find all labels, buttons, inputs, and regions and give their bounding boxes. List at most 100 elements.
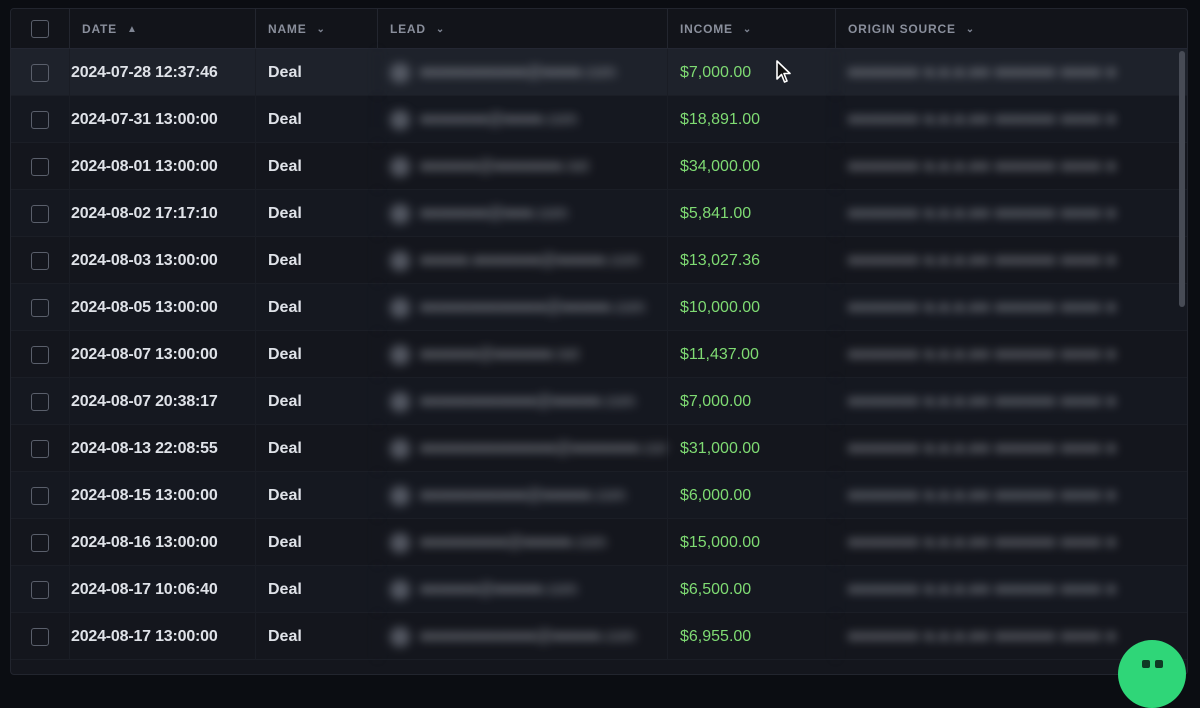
lead-avatar — [390, 344, 410, 365]
row-checkbox[interactable] — [31, 580, 49, 599]
lead-avatar — [390, 485, 410, 506]
lead-email[interactable]: ●●●●●●●●●●●@●●●●●.com — [420, 487, 626, 505]
table-row[interactable]: 2024-08-05 13:00:00 Deal ●●●●●●●●●●●●●@●… — [11, 284, 1187, 331]
table-row[interactable]: 2024-08-01 13:00:00 Deal ●●●●●●@●●●●●●●.… — [11, 143, 1187, 190]
cell-date: 2024-07-28 12:37:46 — [69, 49, 255, 96]
row-select-cell — [11, 425, 69, 472]
row-checkbox[interactable] — [31, 486, 49, 505]
column-header-lead[interactable]: LEAD ⌄ — [377, 9, 667, 49]
lead-email[interactable]: ●●●●●●●●●@●●●●●.com — [420, 534, 606, 552]
column-header-origin-source[interactable]: ORIGIN SOURCE ⌄ — [835, 9, 1187, 49]
cell-date: 2024-08-05 13:00:00 — [69, 284, 255, 331]
cell-date: 2024-08-02 17:17:10 — [69, 190, 255, 237]
table-row[interactable]: 2024-07-31 13:00:00 Deal ●●●●●●●@●●●●.co… — [11, 96, 1187, 143]
row-select-cell — [11, 190, 69, 237]
cell-origin-source: ●●●●●●● ●.●.●.●● ●●●●●● ●●●● ● — [835, 566, 1187, 613]
cell-lead[interactable]: ●●●●●●●●●@●●●●●.com — [377, 519, 667, 566]
cell-date: 2024-08-17 10:06:40 — [69, 566, 255, 613]
lead-avatar — [390, 391, 410, 412]
cell-income: $6,955.00 — [667, 613, 835, 660]
table-row[interactable]: 2024-08-17 10:06:40 Deal ●●●●●●@●●●●●.co… — [11, 566, 1187, 613]
cell-date: 2024-08-01 13:00:00 — [69, 143, 255, 190]
cell-origin-source: ●●●●●●● ●.●.●.●● ●●●●●● ●●●● ● — [835, 519, 1187, 566]
table-row[interactable]: 2024-08-15 13:00:00 Deal ●●●●●●●●●●●@●●●… — [11, 472, 1187, 519]
row-checkbox[interactable] — [31, 157, 49, 176]
lead-email[interactable]: ●●●●●●●●●●●●@●●●●●.com — [420, 393, 635, 411]
cell-lead[interactable]: ●●●●●●@●●●●●●●.net — [377, 143, 667, 190]
cell-lead[interactable]: ●●●●●.●●●●●●●@●●●●●.com — [377, 237, 667, 284]
chevron-down-icon[interactable]: ⌄ — [743, 24, 752, 35]
lead-email[interactable]: ●●●●●●@●●●●●●●.net — [420, 158, 589, 176]
row-checkbox[interactable] — [31, 298, 49, 317]
row-checkbox[interactable] — [31, 345, 49, 364]
origin-source-text: ●●●●●●● ●.●.●.●● ●●●●●● ●●●● ● — [848, 392, 1117, 410]
column-header-income[interactable]: INCOME ⌄ — [667, 9, 835, 49]
row-checkbox[interactable] — [31, 63, 49, 82]
cell-lead[interactable]: ●●●●●●●●●●●●@●●●●●.com — [377, 378, 667, 425]
cell-lead[interactable]: ●●●●●●●●●●●●@●●●●●.com — [377, 613, 667, 660]
cell-income: $7,000.00 — [667, 49, 835, 96]
cell-lead[interactable]: ●●●●●●●●●●●@●●●●●.com — [377, 472, 667, 519]
cell-lead[interactable]: ●●●●●●@●●●●●●.net — [377, 331, 667, 378]
chat-launcher-button[interactable] — [1118, 640, 1186, 708]
row-checkbox[interactable] — [31, 533, 49, 552]
row-checkbox[interactable] — [31, 251, 49, 270]
column-header-date[interactable]: DATE ▲ — [69, 9, 255, 49]
column-header-label: INCOME — [680, 22, 733, 36]
row-checkbox[interactable] — [31, 439, 49, 458]
origin-source-text: ●●●●●●● ●.●.●.●● ●●●●●● ●●●● ● — [848, 157, 1117, 175]
cell-income: $34,000.00 — [667, 143, 835, 190]
row-checkbox[interactable] — [31, 204, 49, 223]
lead-avatar — [390, 250, 410, 271]
table-row[interactable]: 2024-08-16 13:00:00 Deal ●●●●●●●●●@●●●●●… — [11, 519, 1187, 566]
table-row[interactable]: 2024-07-28 12:37:46 Deal ●●●●●●●●●●●@●●●… — [11, 49, 1187, 96]
table-row[interactable]: 2024-08-13 22:08:55 Deal ●●●●●●●●●●●●●●@… — [11, 425, 1187, 472]
lead-email[interactable]: ●●●●●●●●●●●●@●●●●●.com — [420, 628, 635, 646]
cell-income: $10,000.00 — [667, 284, 835, 331]
cell-name: Deal — [255, 284, 377, 331]
lead-email[interactable]: ●●●●●●@●●●●●●.net — [420, 346, 579, 364]
vertical-scrollbar[interactable] — [1179, 51, 1185, 307]
lead-email[interactable]: ●●●●●●●@●●●●.com — [420, 111, 577, 129]
table-row[interactable]: 2024-08-03 13:00:00 Deal ●●●●●.●●●●●●●@●… — [11, 237, 1187, 284]
cell-lead[interactable]: ●●●●●●●@●●●●.com — [377, 96, 667, 143]
row-select-cell — [11, 143, 69, 190]
row-select-cell — [11, 237, 69, 284]
cell-lead[interactable]: ●●●●●●●●●●●@●●●●.com — [377, 49, 667, 96]
row-checkbox[interactable] — [31, 392, 49, 411]
lead-avatar — [390, 109, 410, 130]
cell-name: Deal — [255, 96, 377, 143]
row-select-cell — [11, 284, 69, 331]
table-row[interactable]: 2024-08-17 13:00:00 Deal ●●●●●●●●●●●●@●●… — [11, 613, 1187, 660]
cell-name: Deal — [255, 519, 377, 566]
cell-lead[interactable]: ●●●●●●●●●●●●●@●●●●●.com — [377, 284, 667, 331]
lead-email[interactable]: ●●●●●●●●●●●@●●●●.com — [420, 64, 616, 82]
lead-email[interactable]: ●●●●●●●●●●●●●@●●●●●.com — [420, 299, 645, 317]
row-checkbox[interactable] — [31, 110, 49, 129]
cell-lead[interactable]: ●●●●●●●@●●●.com — [377, 190, 667, 237]
cell-origin-source: ●●●●●●● ●.●.●.●● ●●●●●● ●●●● ● — [835, 190, 1187, 237]
cell-origin-source: ●●●●●●● ●.●.●.●● ●●●●●● ●●●● ● — [835, 472, 1187, 519]
chevron-down-icon[interactable]: ⌄ — [966, 24, 975, 35]
cell-lead[interactable]: ●●●●●●●●●●●●●●@●●●●●●●.com — [377, 425, 667, 472]
table-row[interactable]: 2024-08-07 13:00:00 Deal ●●●●●●@●●●●●●.n… — [11, 331, 1187, 378]
lead-email[interactable]: ●●●●●.●●●●●●●@●●●●●.com — [420, 252, 640, 270]
origin-source-text: ●●●●●●● ●.●.●.●● ●●●●●● ●●●● ● — [848, 486, 1117, 504]
column-header-label: LEAD — [390, 22, 426, 36]
chevron-down-icon[interactable]: ⌄ — [436, 24, 445, 35]
column-header-name[interactable]: NAME ⌄ — [255, 9, 377, 49]
select-all-checkbox[interactable] — [31, 20, 49, 38]
table-row[interactable]: 2024-08-07 20:38:17 Deal ●●●●●●●●●●●●@●●… — [11, 378, 1187, 425]
cell-name: Deal — [255, 566, 377, 613]
chevron-up-icon[interactable]: ▲ — [127, 24, 138, 35]
lead-email[interactable]: ●●●●●●●●●●●●●●@●●●●●●●.com — [420, 440, 667, 458]
lead-email[interactable]: ●●●●●●@●●●●●.com — [420, 581, 577, 599]
row-checkbox[interactable] — [31, 627, 49, 646]
lead-email[interactable]: ●●●●●●●@●●●.com — [420, 205, 568, 223]
table-row[interactable]: 2024-08-02 17:17:10 Deal ●●●●●●●@●●●.com… — [11, 190, 1187, 237]
chevron-down-icon[interactable]: ⌄ — [317, 24, 326, 35]
cell-lead[interactable]: ●●●●●●@●●●●●.com — [377, 566, 667, 613]
row-select-cell — [11, 378, 69, 425]
cell-name: Deal — [255, 472, 377, 519]
lead-avatar — [390, 532, 410, 553]
